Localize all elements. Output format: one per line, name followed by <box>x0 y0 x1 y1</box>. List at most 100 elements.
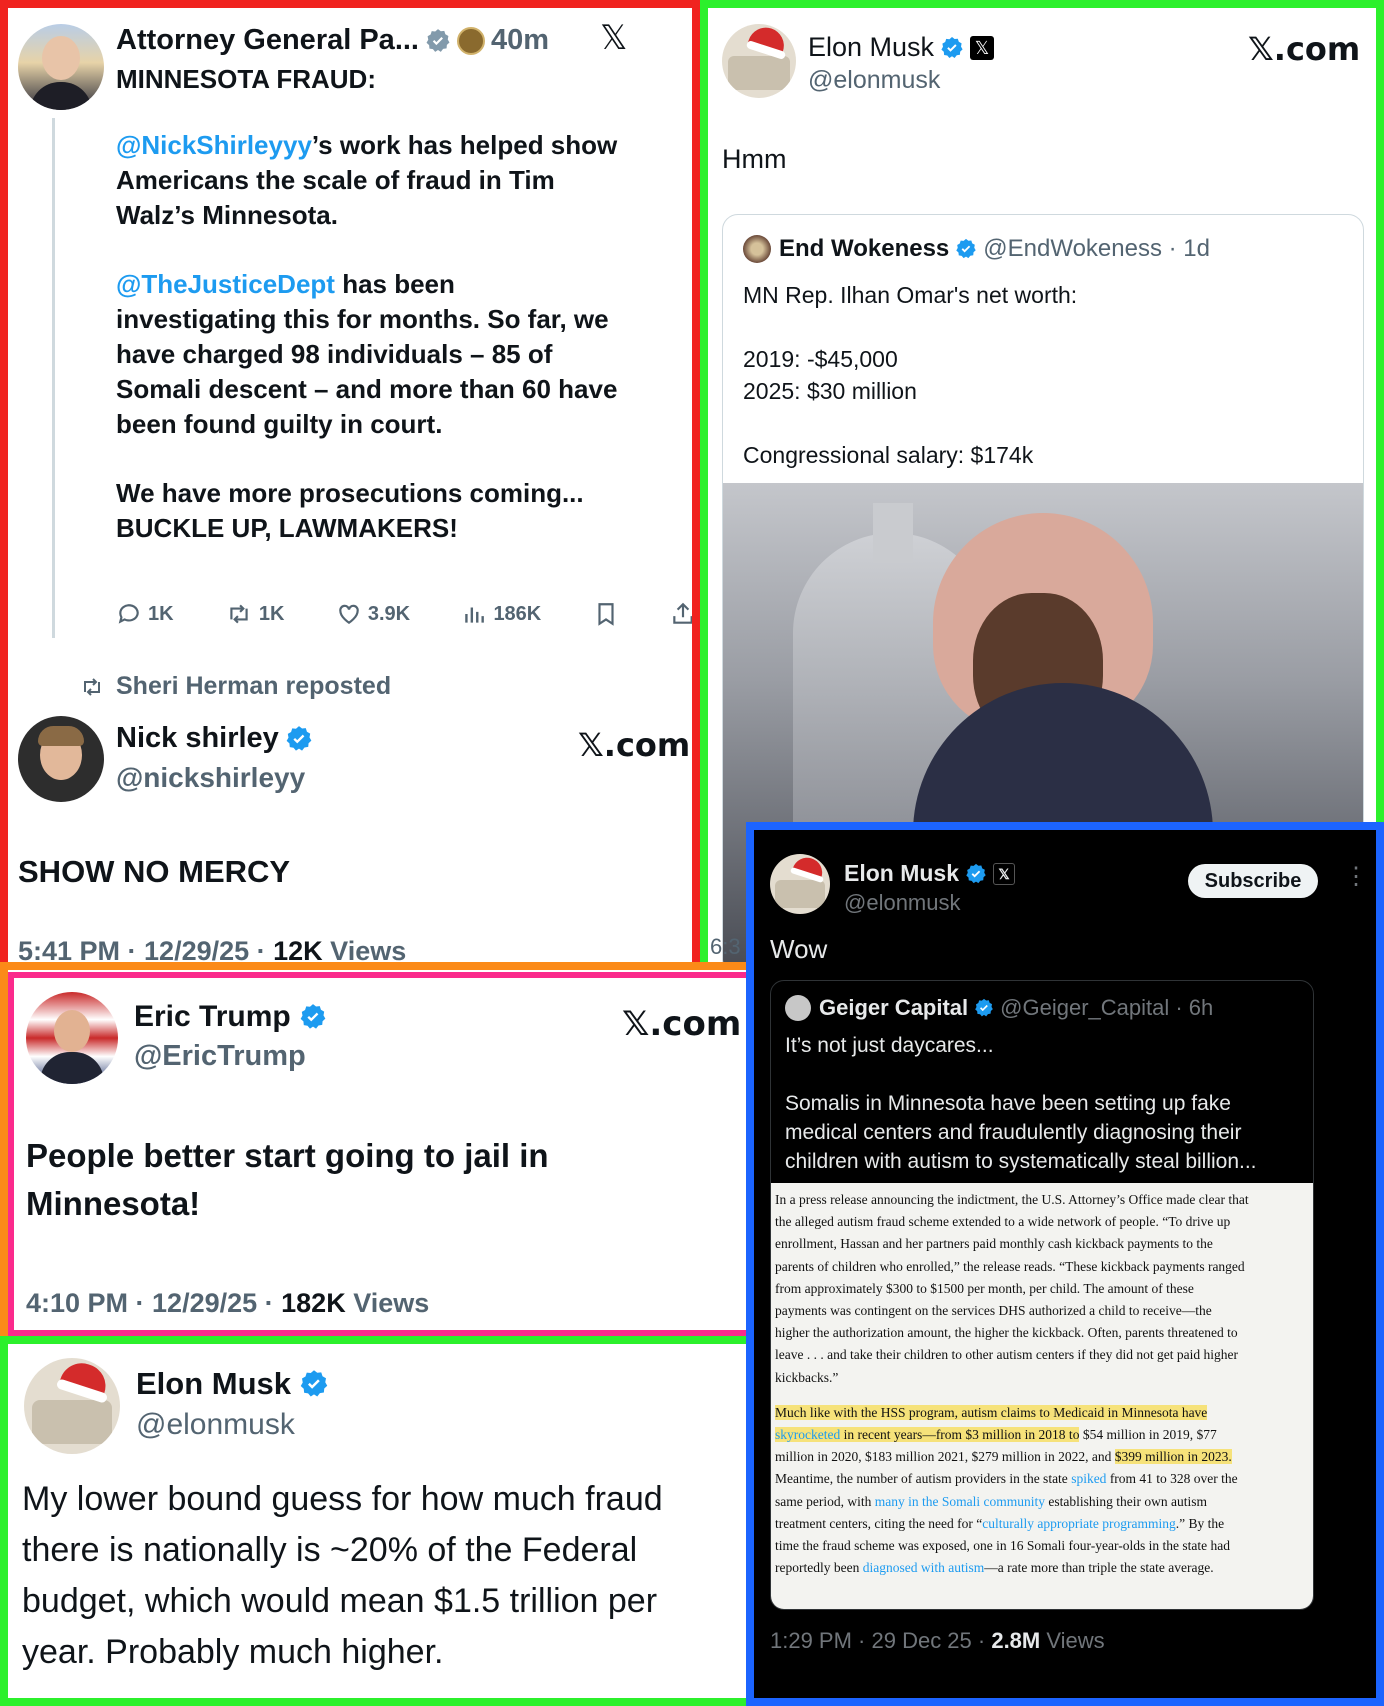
musk-name-row: Elon Musk <box>136 1366 329 1402</box>
highlighted-text: Much like with the HSS program, autism c… <box>775 1404 1208 1420</box>
reply-count: 1K <box>148 602 174 625</box>
ag-avatar[interactable] <box>18 24 104 110</box>
tweet-text: been found guilty in court. <box>116 409 443 439</box>
xcom-watermark: 𝕏.com <box>622 1004 742 1044</box>
quote-line: medical centers and fraudulently diagnos… <box>785 1121 1242 1144</box>
quote-line: children with autism to systematically s… <box>785 1150 1257 1173</box>
like-count: 3.9K <box>367 602 411 625</box>
ag-time: 40m <box>491 24 550 56</box>
verified-badge-icon <box>286 725 312 751</box>
tweet-text: investigating this for months. So far, w… <box>116 304 609 334</box>
article-text: Meantime, the number of autism providers… <box>775 1471 1072 1487</box>
article-link[interactable]: many in the Somali community <box>875 1494 1045 1509</box>
mention-justicedept[interactable]: @TheJusticeDept <box>116 269 335 299</box>
quote-text: MN Rep. Ilhan Omar's net worth: 2019: -$… <box>743 279 1077 471</box>
musk-handle[interactable]: @elonmusk <box>136 1408 295 1442</box>
musk-handle[interactable]: @elonmusk <box>808 66 940 95</box>
article-line: leave . . . and take their children to o… <box>775 1347 1238 1363</box>
views-count: 2.8M <box>991 1628 1041 1653</box>
reply-button[interactable]: 1K <box>116 601 174 627</box>
geiger-avatar[interactable] <box>785 995 811 1021</box>
musk-avatar[interactable] <box>24 1358 120 1454</box>
quote-author-handle: @Geiger_Capital · 6h <box>1000 995 1214 1020</box>
mention-nickshirleyyy[interactable]: @NickShirleyyy <box>116 130 312 160</box>
musk-avatar[interactable] <box>722 24 796 98</box>
x-logo-icon: 𝕏 <box>600 18 628 58</box>
article-line: from approximately $300 to $1500 per mon… <box>775 1280 1194 1296</box>
subscribe-button[interactable]: Subscribe <box>1188 864 1318 898</box>
quote-line: 2025: $30 million <box>743 378 917 404</box>
eric-name-row: Eric Trump <box>134 1000 327 1034</box>
verified-badge-icon <box>300 1004 326 1029</box>
repost-icon <box>84 677 100 696</box>
verified-badge-icon <box>975 998 993 1017</box>
article-text: establishing their own autism <box>1044 1493 1207 1509</box>
eric-handle[interactable]: @EricTrump <box>134 1040 306 1073</box>
quote-line: It’s not just daycares... <box>785 1034 994 1057</box>
musk-name[interactable]: Elon Musk <box>808 32 934 63</box>
article-link[interactable]: diagnosed with autism <box>863 1560 985 1575</box>
quote-author-name[interactable]: Geiger Capital <box>819 995 968 1021</box>
quote-line: Congressional salary: $174k <box>743 442 1034 468</box>
repost-banner: Sheri Herman reposted <box>78 672 391 701</box>
eric-name[interactable]: Eric Trump <box>134 1000 291 1034</box>
article-link[interactable]: culturally appropriate programming <box>982 1516 1175 1531</box>
verified-badge-icon <box>956 238 976 259</box>
ag-tweet-body: @NickShirleyyy’s work has helped show Am… <box>116 128 676 546</box>
repost-button[interactable]: 1K <box>225 601 285 627</box>
quote-tweet-card[interactable]: Geiger Capital @Geiger_Capital · 6h It’s… <box>770 980 1314 1610</box>
views-count: 182K <box>281 1288 346 1318</box>
partial-timestamp: 6:3 <box>710 934 741 959</box>
article-link[interactable]: spiked <box>1071 1471 1106 1486</box>
musk-name[interactable]: Elon Musk <box>844 860 959 887</box>
tweet-text: has been <box>334 269 455 299</box>
nick-handle[interactable]: @nickshirleyy <box>116 762 305 794</box>
article-screenshot[interactable]: In a press release announcing the indict… <box>771 1183 1313 1609</box>
quote-author-name[interactable]: End Wokeness <box>779 235 949 263</box>
eric-meta: 4:10 PM · 12/29/25 · 182K Views <box>26 1288 429 1319</box>
more-options-icon[interactable]: ⋮ <box>1344 862 1368 891</box>
tweet-timestamp[interactable]: 4:10 PM · 12/29/25 · <box>26 1288 281 1318</box>
highlighted-text: $399 million in 2023. <box>1114 1449 1232 1465</box>
musk-handle[interactable]: @elonmusk <box>844 890 961 916</box>
article-link[interactable]: skyrocketed <box>775 1427 841 1443</box>
tweet-timestamp[interactable]: 1:29 PM · 29 Dec 25 · <box>770 1628 991 1653</box>
article-text: from 41 to 328 over the <box>1106 1471 1238 1487</box>
nick-name[interactable]: Nick shirley <box>116 722 279 755</box>
eric-avatar[interactable] <box>26 992 118 1084</box>
musk-fraud-panel: Elon Musk @elonmusk My lower bound guess… <box>0 1336 746 1706</box>
ag-name[interactable]: Attorney General Pa... <box>116 24 419 57</box>
nick-avatar[interactable] <box>18 716 104 802</box>
xcom-watermark: 𝕏.com <box>578 726 691 764</box>
x-affiliation-icon: 𝕏 <box>970 35 995 60</box>
bookmark-icon[interactable] <box>593 600 619 628</box>
tweet-line: there is nationally is ~20% of the Feder… <box>22 1531 638 1569</box>
reposted-by-text[interactable]: Sheri Herman reposted <box>116 672 391 701</box>
article-line: time the fraud scheme was exposed, one i… <box>775 1538 1230 1554</box>
doj-seal-icon <box>457 26 485 55</box>
tweet-text: Americans the scale of fraud in Tim <box>116 165 555 195</box>
tweet-line: Minnesota! <box>26 1185 201 1222</box>
highlighted-text: in recent years—from $3 million in 2018 … <box>840 1427 1080 1443</box>
article-text: million in 2020, $183 million 2021, $279… <box>775 1449 1115 1465</box>
like-button[interactable]: 3.9K <box>336 601 410 627</box>
quote-line: Somalis in Minnesota have been setting u… <box>785 1092 1231 1115</box>
endwokeness-avatar[interactable] <box>743 235 771 263</box>
musk-avatar[interactable] <box>770 854 830 914</box>
tweet-line: People better start going to jail in <box>26 1137 549 1174</box>
article-text: same period, with <box>775 1493 875 1509</box>
musk-fraud-text: My lower bound guess for how much fraud … <box>22 1474 663 1678</box>
tweet-text: We have more prosecutions coming... <box>116 478 584 508</box>
article-line: kickbacks.” <box>775 1369 839 1385</box>
red-border-right <box>692 0 700 968</box>
tweet-line: budget, which would mean $1.5 trillion p… <box>22 1582 658 1620</box>
musk-wow-panel: Elon Musk 𝕏 @elonmusk Subscribe ⋮ Wow Ge… <box>746 822 1384 1706</box>
article-line: In a press release announcing the indict… <box>775 1192 1249 1207</box>
musk-name-row: Elon Musk 𝕏 <box>808 32 995 63</box>
musk-name[interactable]: Elon Musk <box>136 1366 291 1402</box>
views-count: 186K <box>493 602 542 625</box>
views-button[interactable]: 186K <box>461 601 541 627</box>
tweet-text: Somali descent – and more than 60 have <box>116 374 618 404</box>
article-text: $54 million in 2019, $77 <box>1079 1427 1217 1443</box>
verified-gray-icon <box>426 28 450 52</box>
